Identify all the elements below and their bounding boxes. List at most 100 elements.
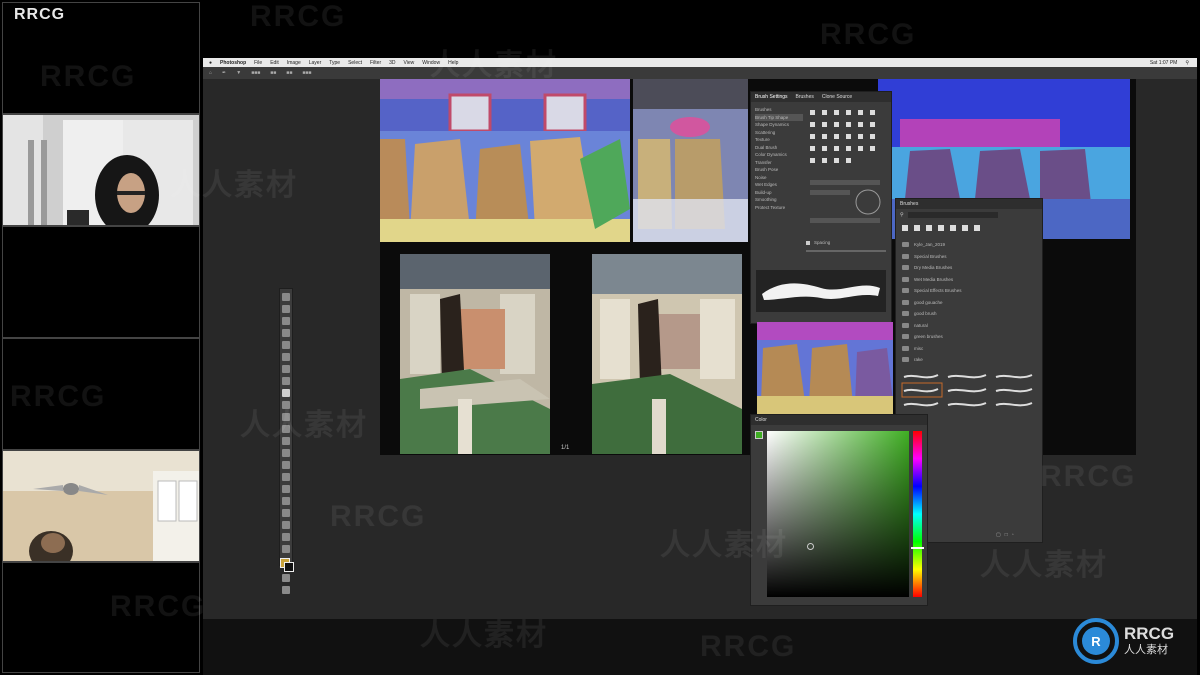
watermark-text: RRCG — [250, 0, 347, 33]
search-icon[interactable]: ⚲ — [900, 212, 904, 218]
opacity-control[interactable]: ■■ — [270, 70, 276, 76]
delete-icon[interactable]: ▫ — [1012, 532, 1014, 538]
color-swatches[interactable] — [280, 558, 294, 572]
search-icon[interactable]: ⚲ — [1185, 60, 1189, 66]
quick-select-tool-icon[interactable] — [282, 329, 290, 337]
folder-item[interactable]: Kyle_Jan_2019 — [896, 239, 1042, 251]
folder-item[interactable]: rake — [896, 354, 1042, 366]
watermark-text: 人人素材 — [170, 169, 298, 202]
crop-tool-icon[interactable] — [282, 341, 290, 349]
section-texture[interactable]: Texture — [755, 136, 803, 144]
folder-item[interactable]: misc — [896, 343, 1042, 355]
section-dual-brush[interactable]: Dual Brush — [755, 144, 803, 152]
brush-tip-grid[interactable] — [806, 106, 890, 230]
section-scattering[interactable]: Scattering — [755, 129, 803, 137]
fg-bg-mini-swatch[interactable] — [755, 431, 763, 439]
quick-mask-icon[interactable] — [282, 574, 290, 582]
menu-filter[interactable]: Filter — [370, 60, 381, 66]
section-color-dynamics[interactable]: Color Dynamics — [755, 151, 803, 159]
folder-item[interactable]: good gouache — [896, 297, 1042, 309]
hue-slider[interactable] — [911, 431, 924, 597]
mode-dropdown[interactable]: ■■■ — [251, 70, 260, 76]
section-transfer[interactable]: Transfer — [755, 159, 803, 167]
section-smoothing[interactable]: Smoothing — [755, 196, 803, 204]
folder-item[interactable]: natural — [896, 320, 1042, 332]
menu-view[interactable]: View — [404, 60, 415, 66]
flow-control[interactable]: ■■ — [286, 70, 292, 76]
recent-brush-2[interactable] — [914, 225, 920, 231]
section-brush-pose[interactable]: Brush Pose — [755, 166, 803, 174]
recent-brush-4[interactable] — [938, 225, 944, 231]
brand-logo-title: RRCG — [1124, 624, 1175, 643]
spacing-row[interactable]: Spacing — [806, 240, 830, 245]
smoothing-control[interactable]: ■■■ — [302, 70, 311, 76]
section-shape-dynamics[interactable]: Shape Dynamics — [755, 121, 803, 129]
participant-tile-attendee[interactable] — [2, 450, 200, 562]
path-select-tool-icon[interactable] — [282, 497, 290, 505]
brushes-search-input[interactable] — [907, 212, 998, 218]
move-tool-icon[interactable] — [282, 293, 290, 301]
menu-photoshop[interactable]: Photoshop — [220, 60, 246, 66]
edit-toolbar-icon[interactable] — [282, 545, 290, 553]
screen-mode-icon[interactable] — [282, 586, 290, 594]
section-brush-tip-shape[interactable]: Brush Tip Shape — [755, 113, 803, 121]
hand-tool-icon[interactable] — [282, 521, 290, 529]
section-protect-texture[interactable]: Protect Texture — [755, 204, 803, 212]
section-brushes[interactable]: Brushes — [755, 106, 803, 114]
recent-brush-1[interactable] — [902, 225, 908, 231]
folder-item[interactable]: Special Brushes — [896, 251, 1042, 263]
frame-tool-icon[interactable] — [282, 353, 290, 361]
painting-atrium-sketch — [400, 254, 550, 454]
blur-tool-icon[interactable] — [282, 449, 290, 457]
hue-slider-thumb[interactable] — [911, 547, 924, 549]
zoom-tool-icon[interactable] — [282, 533, 290, 541]
folder-item[interactable]: good brush — [896, 308, 1042, 320]
healing-tool-icon[interactable] — [282, 377, 290, 385]
menu-3d[interactable]: 3D — [389, 60, 395, 66]
dodge-tool-icon[interactable] — [282, 461, 290, 469]
section-build-up[interactable]: Build-up — [755, 189, 803, 197]
menu-file[interactable]: File — [254, 60, 262, 66]
menu-type[interactable]: Type — [329, 60, 340, 66]
menu-select[interactable]: Select — [348, 60, 362, 66]
recent-brush-3[interactable] — [926, 225, 932, 231]
section-noise[interactable]: Noise — [755, 174, 803, 182]
new-brush-icon[interactable]: □ — [1005, 532, 1008, 538]
folder-item[interactable]: Special Effects Brushes — [896, 285, 1042, 297]
brush-tool-icon[interactable]: ✒ — [222, 70, 226, 76]
tab-brushes[interactable]: Brushes — [796, 92, 814, 102]
recent-brushes-row[interactable] — [896, 221, 1042, 235]
folder-item[interactable]: green brushes — [896, 331, 1042, 343]
reference-thumbnail[interactable] — [757, 322, 893, 414]
marquee-tool-icon[interactable] — [282, 305, 290, 313]
color-picker-cursor[interactable] — [807, 543, 814, 550]
recent-brush-6[interactable] — [962, 225, 968, 231]
brush-preset-picker[interactable]: ▼ — [236, 70, 241, 76]
menu-image[interactable]: Image — [287, 60, 301, 66]
brushes-search-row[interactable]: ⚲ — [896, 209, 1042, 221]
screen-top-black — [201, 0, 1200, 58]
menu-layer[interactable]: Layer — [309, 60, 322, 66]
eyedropper-tool-icon[interactable] — [282, 365, 290, 373]
apple-icon[interactable]: ● — [209, 60, 212, 66]
folder-item[interactable]: Dry Media Brushes — [896, 262, 1042, 274]
tab-brush-settings[interactable]: Brush Settings — [755, 92, 788, 102]
canvas-page-indicator: 1/1 — [561, 445, 570, 451]
lasso-tool-icon[interactable] — [282, 317, 290, 325]
type-tool-icon[interactable] — [282, 485, 290, 493]
new-group-icon[interactable]: ▢ — [996, 532, 1001, 538]
home-icon[interactable]: ⌂ — [209, 70, 212, 76]
spacing-slider[interactable] — [806, 250, 886, 252]
folder-item[interactable]: Wet Media Brushes — [896, 274, 1042, 286]
spacing-checkbox[interactable] — [806, 240, 810, 245]
brush-tool-icon[interactable] — [282, 389, 290, 397]
recent-brush-5[interactable] — [950, 225, 956, 231]
section-wet-edges[interactable]: Wet Edges — [755, 181, 803, 189]
recent-brush-7[interactable] — [974, 225, 980, 231]
tab-clone-source[interactable]: Clone Source — [822, 92, 852, 102]
shape-tool-icon[interactable] — [282, 509, 290, 517]
background-color-swatch[interactable] — [284, 562, 294, 572]
menu-edit[interactable]: Edit — [270, 60, 279, 66]
pen-tool-icon[interactable] — [282, 473, 290, 481]
color-picker-field[interactable] — [767, 431, 909, 597]
